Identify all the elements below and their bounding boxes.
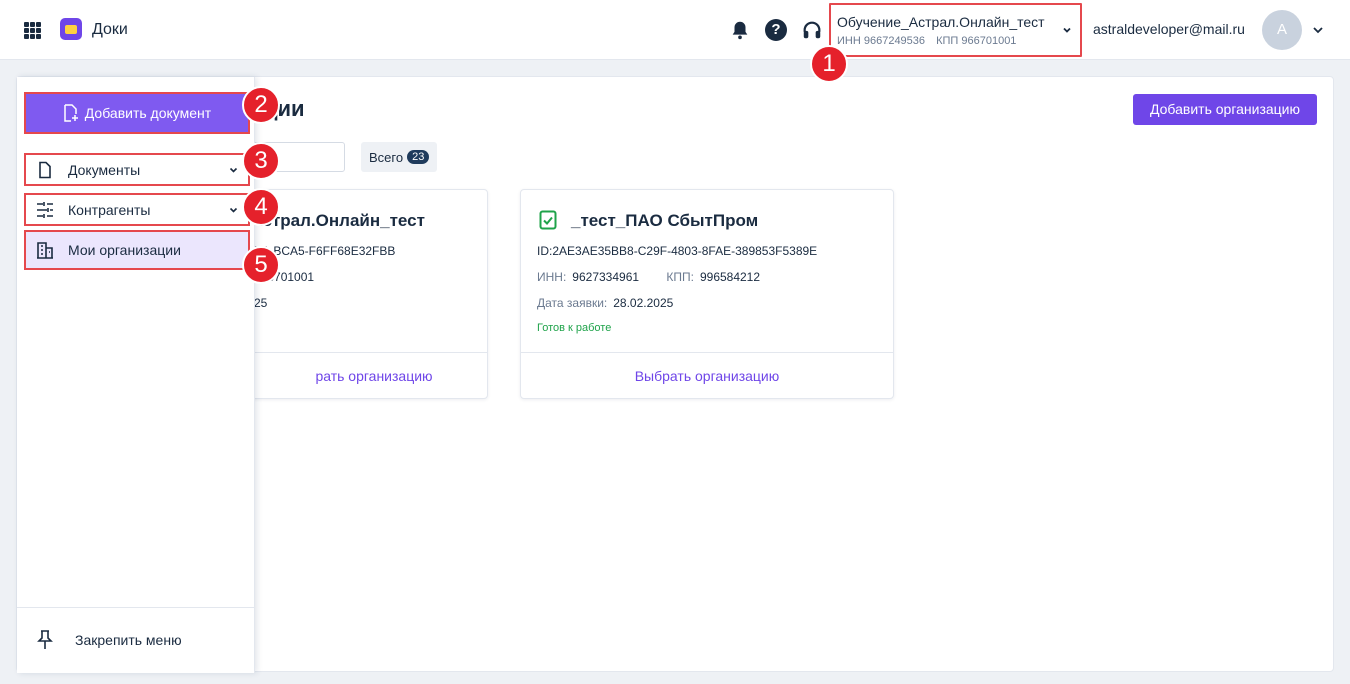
card-inn-label: ИНН:	[537, 270, 567, 284]
document-icon	[39, 161, 51, 178]
document-check-icon	[539, 210, 557, 230]
add-document-label: Добавить документ	[84, 105, 212, 121]
callout-marker: 4	[242, 188, 280, 226]
card-kpp-label: КПП:	[666, 270, 694, 284]
callout-marker: 5	[242, 246, 280, 284]
help-icon[interactable]: ?	[765, 19, 787, 41]
sidebar-item-my-organizations[interactable]: Мои организации	[24, 230, 250, 270]
bell-icon[interactable]	[729, 19, 751, 41]
org-requisites: ИНН 9667249536 КПП 966701001	[837, 35, 1024, 47]
sidebar-menu: Добавить документ Документы Контрагенты …	[17, 77, 255, 673]
callout-marker: 2	[242, 86, 280, 124]
sidebar-item-label: Мои организации	[68, 242, 181, 258]
card-id: ID:2AE3AE35BB8-C29F-4803-8FAE-389853F538…	[537, 244, 818, 258]
card-date-value: 25	[254, 296, 268, 310]
user-email[interactable]: astraldeveloper@mail.ru	[1093, 21, 1245, 37]
card-date-row: 25	[254, 296, 291, 310]
user-menu-chevron-icon[interactable]	[1312, 25, 1324, 35]
add-organization-button[interactable]: Добавить организацию	[1133, 94, 1317, 125]
add-file-icon	[64, 104, 78, 122]
add-document-button[interactable]: Добавить документ	[24, 92, 250, 134]
org-inn: ИНН 9667249536	[837, 35, 926, 47]
headset-icon[interactable]	[801, 19, 823, 41]
pin-menu-button[interactable]: Закрепить меню	[37, 630, 182, 650]
top-header: Доки ? Обучение_Астрал.Онлайн_тест ИНН 9…	[0, 0, 1350, 60]
app-logo-icon[interactable]	[60, 18, 82, 40]
card-date-label: Дата заявки:	[537, 296, 608, 310]
card-inn-value: 9627334961	[572, 270, 640, 284]
total-badge: 23	[407, 150, 430, 164]
card-title: _тест_ПАО СбытПром	[571, 211, 759, 230]
card-kpp-value: 996584212	[699, 270, 761, 284]
avatar[interactable]: A	[1262, 10, 1302, 50]
organization-switcher[interactable]: Обучение_Астрал.Онлайн_тест ИНН 96672495…	[829, 3, 1082, 57]
card-date-row: Дата заявки: 28.02.2025	[537, 296, 697, 310]
select-organization-link[interactable]: Выбрать организацию	[521, 352, 893, 398]
total-counter: Всего 23	[361, 142, 438, 172]
app-name[interactable]: Доки	[92, 21, 128, 39]
sidebar-divider	[17, 607, 255, 608]
callout-marker: 3	[242, 142, 280, 180]
sidebar-item-label: Документы	[68, 161, 141, 178]
sidebar-item-contractors[interactable]: Контрагенты	[24, 193, 250, 226]
organization-card: _тест_ПАО СбытПром ID:2AE3AE35BB8-C29F-4…	[520, 189, 894, 399]
chevron-down-icon	[1063, 27, 1071, 33]
total-label: Всего	[369, 149, 404, 165]
chevron-down-icon	[229, 207, 238, 213]
chevron-down-icon	[229, 167, 238, 173]
building-icon	[37, 242, 53, 259]
contractors-icon	[37, 201, 53, 218]
apps-grid-icon[interactable]	[24, 22, 41, 39]
card-inn-kpp-row: ИНН: 9627334961 КПП: 996584212	[537, 270, 784, 284]
status-badge: Готов к работе	[537, 322, 612, 334]
card-date-value: 28.02.2025	[613, 296, 674, 310]
sidebar-item-label: Контрагенты	[68, 201, 151, 218]
sidebar-item-documents[interactable]: Документы	[24, 153, 250, 186]
callout-marker: 1	[810, 45, 848, 83]
pin-menu-label: Закрепить меню	[75, 632, 182, 648]
org-name: Обучение_Астрал.Онлайн_тест	[837, 14, 1045, 30]
pin-icon	[37, 630, 53, 649]
org-kpp: КПП 966701001	[936, 35, 1017, 47]
